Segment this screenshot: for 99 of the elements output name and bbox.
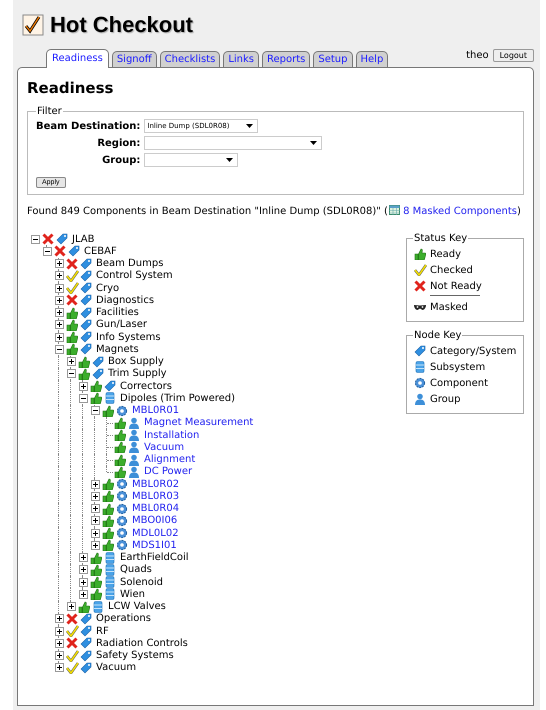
tree-node-label[interactable]: Info Systems <box>96 332 161 343</box>
tree-node-link[interactable]: MDL0L02 <box>132 528 179 539</box>
tree-node-link[interactable]: DC Power <box>144 466 192 478</box>
tree-node-label[interactable]: Box Supply <box>108 356 164 368</box>
expand-toggle[interactable] <box>78 382 88 391</box>
tree-node-label[interactable]: Solenoid <box>120 576 163 588</box>
expand-toggle[interactable] <box>90 504 100 514</box>
expand-toggle[interactable] <box>66 602 76 612</box>
tab[interactable]: Links <box>223 51 260 67</box>
expand-toggle[interactable] <box>54 651 64 660</box>
tree-node-label[interactable]: Vacuum <box>96 662 136 674</box>
tree-node-label[interactable]: Gun/Laser <box>96 319 147 330</box>
expand-toggle[interactable] <box>90 480 100 489</box>
expand-toggle[interactable] <box>90 492 100 501</box>
expand-toggle[interactable] <box>90 528 100 538</box>
expand-toggle[interactable] <box>90 516 100 526</box>
expand-toggle[interactable] <box>54 638 64 648</box>
expand-toggle[interactable] <box>66 357 76 366</box>
expand-toggle[interactable] <box>78 565 88 574</box>
expand-toggle[interactable] <box>66 369 76 378</box>
key-label: Group <box>430 394 460 404</box>
expand-toggle[interactable] <box>54 259 64 268</box>
key-label: Subsystem <box>430 362 486 372</box>
tree-node-label[interactable]: JLAB <box>72 234 94 245</box>
key-title: Status Key <box>413 233 468 244</box>
expand-toggle[interactable] <box>54 284 64 293</box>
tree-node-link[interactable]: MDS1I01 <box>132 540 177 551</box>
tree-node-label[interactable]: Dipoles (Trim Powered) <box>120 392 236 404</box>
expand-toggle[interactable] <box>90 406 100 416</box>
user-name: theo <box>466 50 489 61</box>
logout-button[interactable]: Logout <box>492 49 534 62</box>
expand-toggle[interactable] <box>30 234 40 244</box>
tree-node-label[interactable]: Cryo <box>96 282 120 294</box>
tab[interactable]: Checklists <box>160 51 220 67</box>
expand-toggle[interactable] <box>90 540 100 550</box>
tree-node-link[interactable]: MBL0R02 <box>132 478 180 490</box>
expand-toggle[interactable] <box>54 320 64 330</box>
tree-node-label[interactable]: Trim Supply <box>108 368 167 380</box>
expand-toggle[interactable] <box>78 578 88 587</box>
expand-toggle[interactable] <box>54 663 64 672</box>
tree-node-link[interactable]: Alignment <box>144 454 196 466</box>
expand-toggle[interactable] <box>54 296 64 305</box>
table-icon <box>388 205 400 215</box>
expand-toggle[interactable] <box>42 246 52 256</box>
tree-node-link[interactable]: Magnet Measurement <box>144 417 254 428</box>
tree-node-label[interactable]: Magnets <box>96 344 139 355</box>
filter-legend: Filter <box>36 106 63 117</box>
tree-node-label[interactable]: Diagnostics <box>96 294 154 306</box>
tree-node-link[interactable]: Installation <box>144 430 200 441</box>
tab[interactable]: Readiness <box>46 49 109 68</box>
key-label: Not Ready <box>430 280 482 292</box>
expand-toggle[interactable] <box>78 394 88 403</box>
field-label: Region: <box>96 138 140 148</box>
tree-node-label[interactable]: Correctors <box>120 380 172 392</box>
expand-toggle[interactable] <box>54 308 64 318</box>
tree-node-label[interactable]: Operations <box>96 613 151 624</box>
expand-toggle[interactable] <box>54 626 64 636</box>
tree-node-label[interactable]: RF <box>96 626 109 637</box>
tree-node-link[interactable]: MBL0R01 <box>132 405 180 416</box>
tree-node-label[interactable]: LCW Valves <box>108 601 166 612</box>
caret-icon <box>310 141 318 145</box>
checkmark-logo-icon <box>22 14 44 36</box>
tree-node-label[interactable]: CEBAF <box>84 246 117 257</box>
tree-node-label[interactable]: Radiation Controls <box>96 638 188 649</box>
tab[interactable]: Help <box>356 51 388 67</box>
tree-node-label[interactable]: Wien <box>120 588 145 600</box>
tree-node-label[interactable]: EarthFieldCoil <box>120 552 189 564</box>
tree-node-label[interactable]: Quads <box>120 564 152 576</box>
expand-toggle[interactable] <box>78 553 88 562</box>
expand-toggle[interactable] <box>54 332 64 342</box>
tree-node-link[interactable]: MBL0R03 <box>132 490 180 502</box>
page-title: Readiness <box>27 79 114 97</box>
expand-toggle[interactable] <box>78 590 88 599</box>
app-title: Hot Checkout <box>50 12 193 38</box>
field-label: Group: <box>101 154 140 166</box>
field-label: Beam Destination: <box>36 120 140 132</box>
key-label: Component <box>430 378 488 388</box>
key-label: Masked <box>430 302 468 312</box>
key-label: Category/System <box>430 346 516 356</box>
tree-node-label[interactable]: Safety Systems <box>96 650 174 662</box>
tab[interactable]: Reports <box>262 51 310 67</box>
summary-text: Found 849 Components in Beam Destination "Inline Dump (SDL0R08)" ( 8 Masked Components) <box>27 205 522 217</box>
tree-node-label[interactable]: Control System <box>96 270 173 282</box>
tab[interactable]: Setup <box>313 51 352 67</box>
expand-toggle[interactable] <box>54 344 64 354</box>
expand-toggle[interactable] <box>54 614 64 624</box>
expand-toggle[interactable] <box>54 271 64 280</box>
tree-node-label[interactable]: Facilities <box>96 307 139 318</box>
caret-icon <box>226 158 234 162</box>
key-label: Ready <box>430 248 462 260</box>
key-title: Node Key <box>413 330 462 341</box>
tree-node-link[interactable]: MBO0I06 <box>132 515 178 526</box>
tree-node-link[interactable]: Vacuum <box>144 442 184 453</box>
masked-components-link[interactable]: 8 Masked Components <box>403 206 517 217</box>
key-label: Checked <box>430 264 473 276</box>
caret-icon <box>246 124 254 128</box>
tab[interactable]: Signoff <box>112 51 157 67</box>
tree-node-link[interactable]: MBL0R04 <box>132 503 180 514</box>
tree-node-label[interactable]: Beam Dumps <box>96 258 164 270</box>
